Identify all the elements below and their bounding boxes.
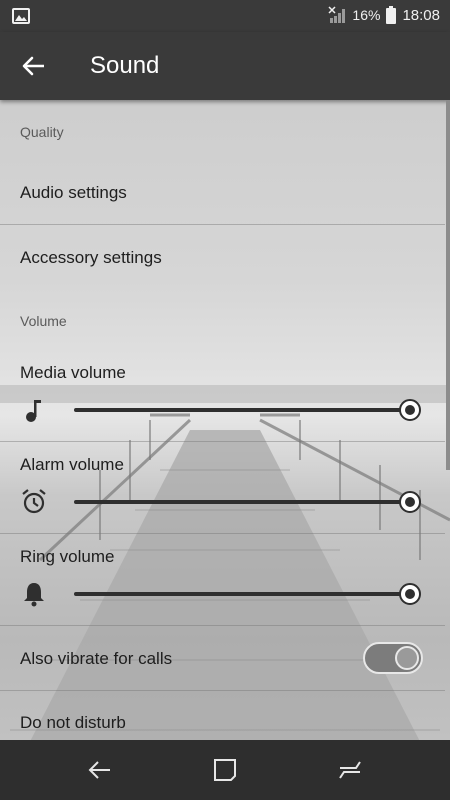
status-bar: 16% 18:08: [0, 0, 450, 32]
recents-icon[interactable]: [336, 756, 364, 784]
battery-icon: [386, 6, 397, 24]
image-icon: [12, 8, 30, 24]
toggle-knob: [395, 646, 419, 670]
page-title: Sound: [90, 52, 160, 79]
alarm-volume-item: Alarm volume: [0, 442, 445, 534]
scrollbar[interactable]: [446, 100, 450, 470]
signal-icon: [328, 6, 346, 23]
audio-settings-label: Audio settings: [20, 183, 127, 202]
media-volume-slider[interactable]: [74, 408, 410, 412]
app-bar: Sound: [0, 32, 450, 100]
back-icon[interactable]: [86, 756, 114, 784]
arrow-back-icon[interactable]: [20, 52, 48, 80]
section-header-volume: Volume: [20, 313, 67, 329]
alarm-volume-label: Alarm volume: [20, 455, 124, 474]
do-not-disturb-label: Do not disturb: [20, 713, 126, 732]
music-note-icon: [26, 400, 41, 422]
media-volume-item: Media volume: [0, 350, 445, 442]
ring-volume-item: Ring volume: [0, 534, 445, 626]
settings-list: Quality Audio settings Accessory setting…: [0, 100, 450, 740]
vibrate-toggle[interactable]: [363, 642, 423, 674]
media-volume-thumb[interactable]: [399, 399, 421, 421]
vibrate-for-calls-label: Also vibrate for calls: [20, 649, 173, 668]
ring-volume-thumb[interactable]: [399, 583, 421, 605]
do-not-disturb-item[interactable]: Do not disturb: [0, 691, 445, 740]
accessory-settings-item[interactable]: Accessory settings: [0, 225, 445, 289]
alarm-clock-icon: [22, 489, 46, 514]
navigation-bar: [0, 740, 450, 800]
accessory-settings-label: Accessory settings: [20, 248, 162, 267]
alarm-volume-slider[interactable]: [74, 500, 410, 504]
ring-volume-label: Ring volume: [20, 547, 115, 566]
alarm-volume-thumb[interactable]: [399, 491, 421, 513]
home-icon[interactable]: [211, 756, 239, 784]
bell-icon: [24, 583, 44, 607]
vibrate-for-calls-item[interactable]: Also vibrate for calls: [0, 626, 445, 691]
battery-percent: 16%: [352, 7, 381, 23]
clock-time: 18:08: [402, 6, 440, 24]
ring-volume-slider[interactable]: [74, 592, 410, 596]
section-header-quality: Quality: [20, 124, 64, 140]
audio-settings-item[interactable]: Audio settings: [0, 160, 445, 225]
media-volume-label: Media volume: [20, 363, 126, 382]
